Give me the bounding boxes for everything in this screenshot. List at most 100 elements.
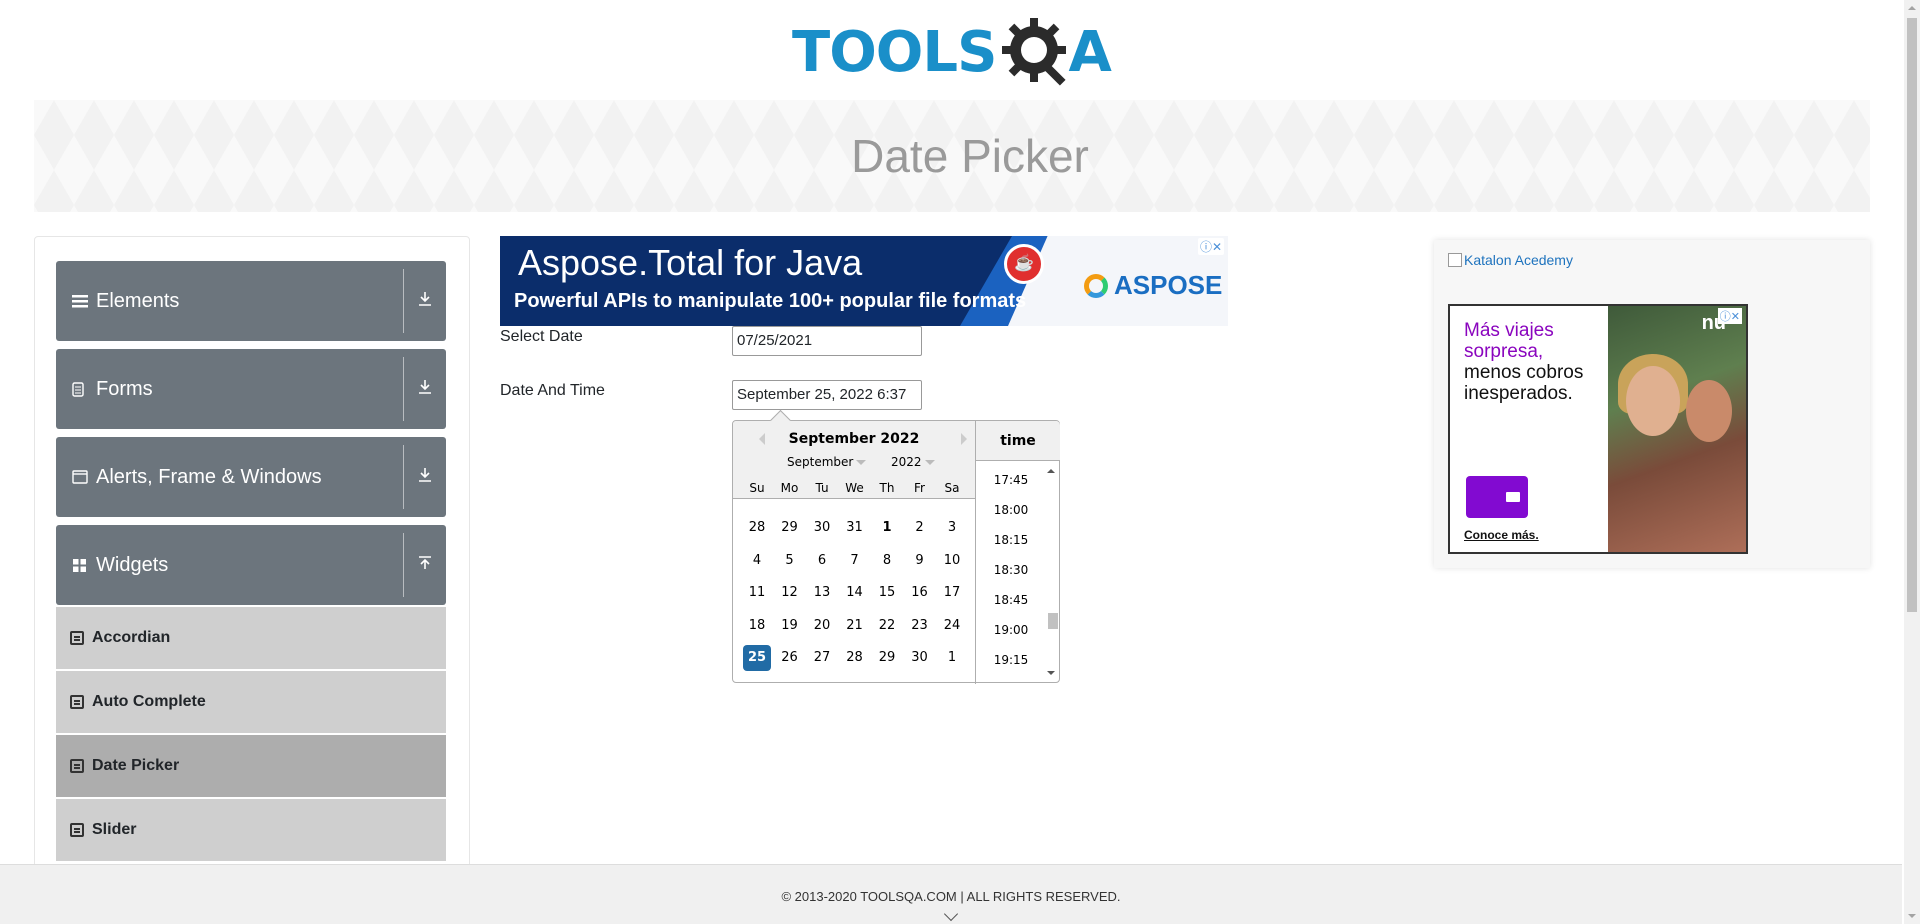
scrollbar-thumb[interactable] <box>1907 18 1917 612</box>
calendar-day[interactable]: 14 <box>841 580 869 606</box>
calendar-day[interactable]: 28 <box>841 645 869 671</box>
right-ad-panel: Katalon Acedemy Más viajes sorpresa, men… <box>1434 240 1870 568</box>
time-option[interactable]: 19:15 <box>976 653 1046 667</box>
calendar-day[interactable]: 20 <box>808 613 836 639</box>
calendar-day[interactable]: 23 <box>906 613 934 639</box>
ad-headline: Aspose.Total for Java <box>518 242 863 283</box>
calendar-day[interactable]: 8 <box>873 548 901 574</box>
page-scrollbar[interactable] <box>1904 0 1920 924</box>
calendar-day[interactable]: 11 <box>743 580 771 606</box>
calendar-day[interactable]: 9 <box>906 548 934 574</box>
calendar-day[interactable]: 12 <box>776 580 804 606</box>
calendar-day[interactable]: 21 <box>841 613 869 639</box>
year-select-value: 2022 <box>891 455 922 469</box>
sidebar-group-label: Elements <box>96 289 180 312</box>
calendar-day[interactable]: 13 <box>808 580 836 606</box>
calendar-day[interactable]: 5 <box>776 548 804 574</box>
ad-text: Más viajes sorpresa, menos cobros inespe… <box>1464 320 1634 404</box>
ad-subheadline: Powerful APIs to manipulate 100+ popular… <box>514 290 1027 312</box>
sidebar-group-forms[interactable]: Forms <box>56 349 446 429</box>
weekday-header: Tu <box>815 481 829 495</box>
sidebar-group-alerts[interactable]: Alerts, Frame & Windows <box>56 437 446 517</box>
sidebar-group-widgets[interactable]: Widgets <box>56 525 446 605</box>
ad-text-line: menos cobros <box>1464 362 1584 383</box>
ad-cta-link[interactable]: Conoce más. <box>1464 528 1539 542</box>
calendar-day[interactable]: 26 <box>776 645 804 671</box>
sidebar-item-label: Slider <box>92 821 137 838</box>
scroll-down-icon[interactable] <box>1047 671 1055 679</box>
scroll-up-icon[interactable] <box>1047 465 1055 473</box>
calendar-day[interactable]: 31 <box>841 515 869 541</box>
calendar-day[interactable]: 28 <box>743 515 771 541</box>
calendar-day[interactable]: 27 <box>808 645 836 671</box>
time-option[interactable]: 17:45 <box>976 473 1046 487</box>
ad-close-icon[interactable]: ⓘ✕ <box>1717 308 1742 324</box>
calendar-day[interactable]: 6 <box>808 548 836 574</box>
sidebar-item-date-picker[interactable]: Date Picker <box>56 735 446 797</box>
sidebar-item-label: Date Picker <box>92 757 180 774</box>
nubank-ad[interactable]: Más viajes sorpresa, menos cobros inespe… <box>1448 304 1748 554</box>
ad-text-line: inesperados. <box>1464 383 1573 404</box>
list-icon <box>70 695 84 709</box>
toolsqa-logo[interactable]: TOOLS A <box>792 14 1116 92</box>
calendar-day[interactable]: 24 <box>938 613 966 639</box>
sidebar-group-elements[interactable]: Elements <box>56 261 446 341</box>
time-option[interactable]: 18:45 <box>976 593 1046 607</box>
year-select[interactable]: 2022 <box>891 455 935 470</box>
calendar-day[interactable]: 7 <box>841 548 869 574</box>
calendar-day[interactable]: 19 <box>776 613 804 639</box>
calendar-day[interactable]: 4 <box>743 548 771 574</box>
katalon-ad-link[interactable]: Katalon Acedemy <box>1448 252 1573 268</box>
hamburger-icon <box>72 294 92 308</box>
aspose-ad-banner[interactable]: Aspose.Total for Java Powerful APIs to m… <box>500 236 1228 326</box>
time-option[interactable]: 18:30 <box>976 563 1046 577</box>
month-select-value: September <box>787 455 854 469</box>
download-arrow-icon <box>404 379 446 400</box>
calendar-day[interactable]: 17 <box>938 580 966 606</box>
time-option[interactable]: 19:00 <box>976 623 1046 637</box>
calendar-day[interactable]: 2 <box>906 515 934 541</box>
date-time-input[interactable]: September 25, 2022 6:37 <box>732 380 922 410</box>
weekday-header: Su <box>749 481 765 495</box>
time-option[interactable]: 18:15 <box>976 533 1046 547</box>
logo-text-tools: TOOLS <box>792 20 997 85</box>
calendar-day[interactable]: 30 <box>808 515 836 541</box>
calendar-day[interactable]: 29 <box>776 515 804 541</box>
calendar-day[interactable]: 15 <box>873 580 901 606</box>
weekday-header: Sa <box>944 481 960 495</box>
weekday-header: Mo <box>780 481 799 495</box>
calendar-day[interactable]: 29 <box>873 645 901 671</box>
sidebar-group-label: Alerts, Frame & Windows <box>96 465 322 488</box>
download-arrow-icon <box>404 291 446 312</box>
month-select[interactable]: September <box>787 455 867 470</box>
sidebar-group-label: Forms <box>96 377 153 400</box>
ad-photo-detail <box>1626 366 1680 436</box>
calendar-day[interactable]: 1 <box>938 645 966 671</box>
calendar-day[interactable]: 10 <box>938 548 966 574</box>
logo-text-a: A <box>1068 20 1111 85</box>
sidebar-item-slider[interactable]: Slider <box>56 799 446 861</box>
page-title: Date Picker <box>851 130 1089 182</box>
ad-close-icon[interactable]: ⓘ✕ <box>1197 238 1224 255</box>
scroll-down-icon[interactable] <box>1908 914 1916 922</box>
scroll-up-icon[interactable] <box>1908 2 1916 10</box>
sidebar-item-label: Auto Complete <box>92 693 206 710</box>
sidebar-item-accordian[interactable]: Accordian <box>56 607 446 669</box>
time-option[interactable]: 18:00 <box>976 503 1046 517</box>
datepicker-popup: September 2022 September 2022 Su Mo Tu We Th… <box>732 420 1060 684</box>
calendar-day[interactable]: 22 <box>873 613 901 639</box>
sidebar-item-auto-complete[interactable]: Auto Complete <box>56 671 446 733</box>
calendar-day[interactable]: 30 <box>906 645 934 671</box>
select-date-input[interactable]: 07/25/2021 <box>732 326 922 356</box>
chevron-down-icon[interactable] <box>943 906 959 922</box>
calendar-day[interactable]: 25 <box>743 645 771 671</box>
java-icon: ☕ <box>1004 244 1044 284</box>
calendar-day[interactable]: 16 <box>906 580 934 606</box>
scrollbar-thumb[interactable] <box>1048 613 1058 629</box>
left-sidebar: Elements Forms Alerts, Frame & Windows W… <box>34 236 470 924</box>
calendar-day[interactable]: 18 <box>743 613 771 639</box>
time-scrollbar[interactable] <box>1046 465 1058 679</box>
calendar-day[interactable]: 3 <box>938 515 966 541</box>
window-icon <box>72 470 92 484</box>
calendar-day[interactable]: 1 <box>873 515 901 541</box>
